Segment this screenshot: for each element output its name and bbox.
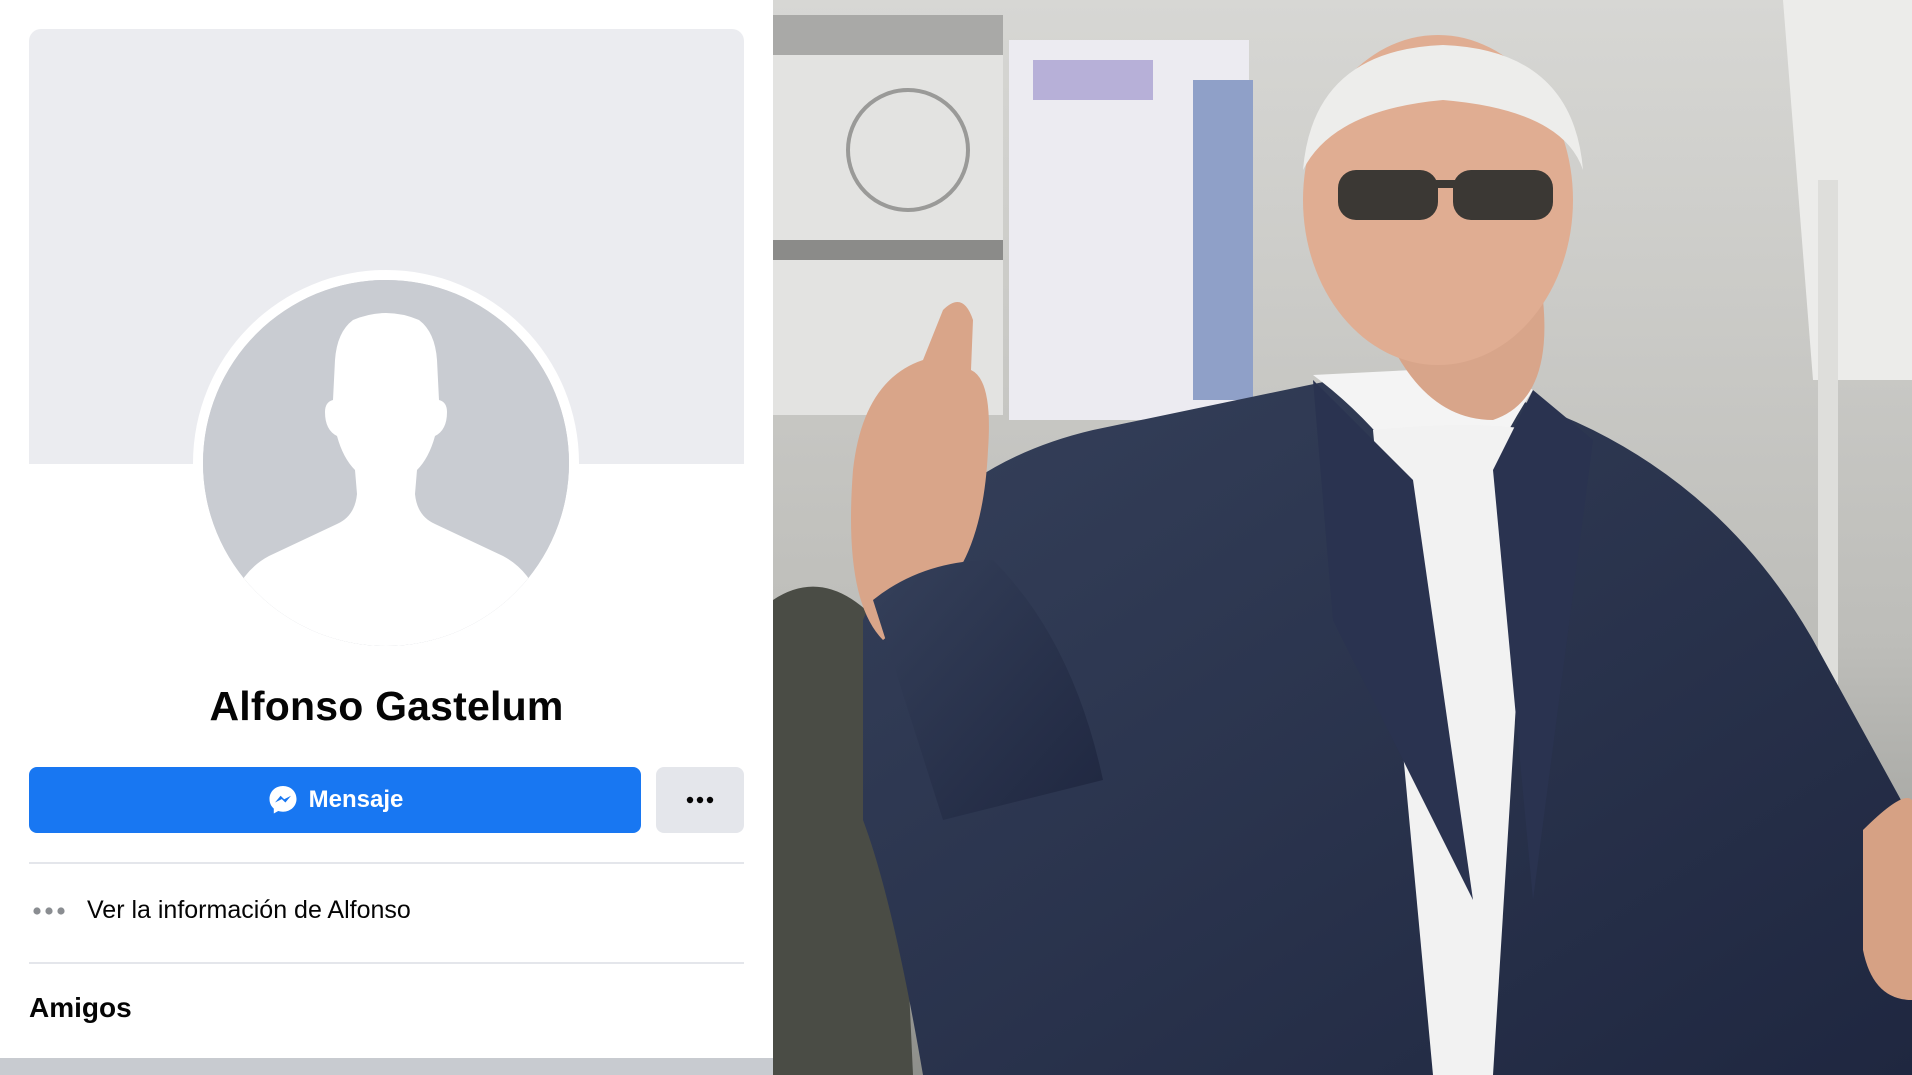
- default-avatar-icon: [203, 280, 569, 646]
- view-info-label: Ver la información de Alfonso: [87, 895, 411, 924]
- more-dots-icon: [686, 791, 714, 809]
- section-divider: [29, 862, 744, 864]
- message-button[interactable]: Mensaje: [29, 767, 641, 833]
- section-divider: [29, 962, 744, 964]
- friends-heading[interactable]: Amigos: [29, 992, 132, 1024]
- bottom-separator: [0, 1058, 773, 1075]
- photo-man-thumbs-up: [773, 0, 1912, 1075]
- message-button-label: Mensaje: [308, 786, 404, 813]
- composite-image: Alfonso Gastelum Mensaje Ver la informac…: [0, 0, 1912, 1075]
- profile-name: Alfonso Gastelum: [209, 683, 564, 729]
- more-dots-icon: [31, 904, 67, 916]
- facebook-profile-panel: Alfonso Gastelum Mensaje Ver la informac…: [0, 0, 773, 1075]
- messenger-icon: [267, 784, 299, 816]
- profile-picture[interactable]: [193, 270, 579, 656]
- view-info-link[interactable]: Ver la información de Alfonso: [29, 885, 744, 935]
- more-options-button[interactable]: [656, 767, 744, 833]
